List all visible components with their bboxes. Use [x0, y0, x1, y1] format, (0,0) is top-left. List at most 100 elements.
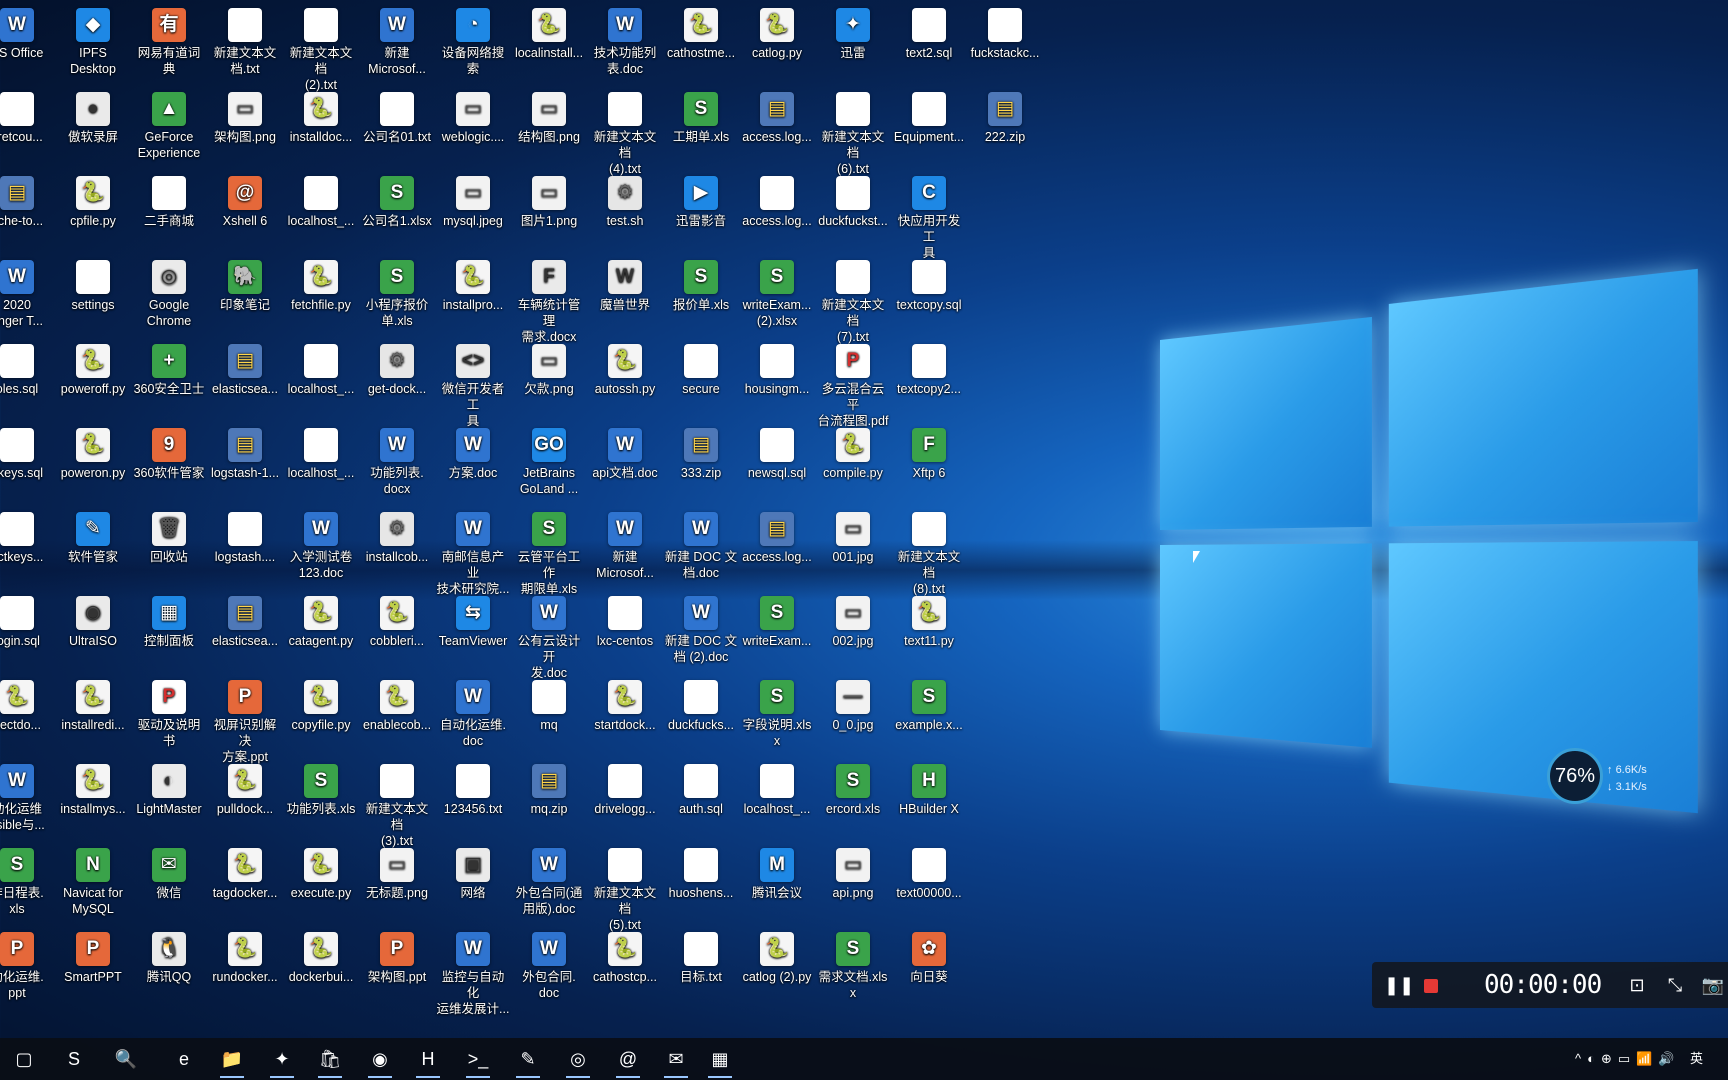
desktop-icon[interactable]: ✦ 迅雷 — [816, 4, 890, 61]
desktop-icon[interactable]: 有网易有道词典 — [132, 4, 206, 77]
desktop-icon[interactable]: textcopy.sql — [892, 256, 966, 313]
network-speed-gauge[interactable]: 76% ↑ 6.6K/s ↓ 3.1K/s — [1545, 748, 1663, 808]
game-icon[interactable]: ▦ — [702, 1042, 738, 1078]
desktop-icon[interactable]: 🐍 text11.py — [892, 592, 966, 649]
desktop-icon[interactable]: W 新建 Microsof... — [588, 508, 662, 581]
desktop-icon[interactable]: ▭ 架构图.png — [208, 88, 282, 145]
desktop-icon[interactable]: P 驱动及说明书 — [132, 676, 206, 749]
desktop-icon[interactable]: S 报价单.xls — [664, 256, 738, 313]
desktop-icon[interactable]: 🐍 catlog (2).py — [740, 928, 814, 985]
desktop-icon[interactable]: ▭ api.png — [816, 844, 890, 901]
desktop-icon[interactable]: 新建文本文档 (2).txt — [284, 4, 358, 93]
desktop-icon[interactable]: Equipment... — [892, 88, 966, 145]
edge-icon[interactable]: e — [166, 1042, 202, 1076]
desktop-icon[interactable]: W 南邮信息产业 技术研究院... — [436, 508, 510, 597]
desktop-icon[interactable]: W 新建 Microsof... — [360, 4, 434, 77]
desktop-icon[interactable]: localhost_... — [284, 172, 358, 229]
desktop-icon[interactable]: P 动化运维. ppt — [0, 928, 54, 1001]
desktop-icon[interactable]: 🐍 rundocker... — [208, 928, 282, 985]
desktop-icon[interactable]: P SmartPPT — [56, 928, 130, 985]
desktop-icon[interactable]: duckfucks... — [664, 676, 738, 733]
desktop-icon[interactable]: ◔ 设备网络搜索 — [436, 4, 510, 77]
desktop-icon[interactable]: ectkeys... — [0, 508, 54, 565]
desktop-icon[interactable]: 新建文本文 档.txt — [208, 4, 282, 77]
task-view-icon[interactable]: ▢ — [6, 1042, 42, 1076]
desktop-icon[interactable]: S 需求文档.xlsx — [816, 928, 890, 1001]
desktop-icon[interactable]: newsql.sql — [740, 424, 814, 481]
desktop-icon[interactable]: ▤ 222.zip — [968, 88, 1042, 145]
desktop-icon[interactable]: ⚙ test.sh — [588, 172, 662, 229]
desktop-icon[interactable]: ▭ 002.jpg — [816, 592, 890, 649]
desktop-icon[interactable]: F Xftp 6 — [892, 424, 966, 481]
desktop-icon[interactable]: ◐ LightMaster — [132, 760, 206, 817]
desktop-icon[interactable]: 🐍 dockerbui... — [284, 928, 358, 985]
desktop-icon[interactable]: 🐍 startdock... — [588, 676, 662, 733]
desktop-icon[interactable]: 新建文本文档 (4).txt — [588, 88, 662, 177]
desktop-icon[interactable]: settings — [56, 256, 130, 313]
desktop-icon[interactable]: Sercord.xls — [816, 760, 890, 817]
desktop-icon[interactable]: ▭ 结构图.png — [512, 88, 586, 145]
desktop-icon[interactable]: 🐍 cobbleri... — [360, 592, 434, 649]
desktop-icon[interactable]: W PS Office — [0, 4, 54, 61]
pause-icon[interactable]: ❚❚ — [1384, 970, 1414, 1000]
desktop-icon[interactable]: mq — [512, 676, 586, 733]
desktop-icon[interactable]: S 公司名1.xlsx — [360, 172, 434, 229]
thunder-icon[interactable]: ✦ — [264, 1042, 300, 1078]
desktop-icon[interactable]: ▭ 图片1.png — [512, 172, 586, 229]
desktop-icon[interactable]: 🐘 印象笔记 — [208, 256, 282, 313]
search-icon[interactable]: 🔍 — [108, 1042, 144, 1076]
stop-button[interactable] — [1416, 970, 1446, 1000]
desktop-icon[interactable]: 🐍 catagent.py — [284, 592, 358, 649]
desktop-icon[interactable]: 新建文本文档 (5).txt — [588, 844, 662, 933]
desktop-icon[interactable]: 新建文本文档 (7).txt — [816, 256, 890, 345]
desktop-icon[interactable]: 🗑 回收站 — [132, 508, 206, 565]
desktop-icon[interactable]: 🐍 autossh.py — [588, 340, 662, 397]
desktop-icon[interactable]: W 入学测试卷 123.doc — [284, 508, 358, 581]
desktop-icon[interactable]: W 动化运维 nsible与... — [0, 760, 54, 833]
desktop-icon[interactable]: 公司名01.txt — [360, 88, 434, 145]
desktop-icon[interactable]: ✿ 向日葵 — [892, 928, 966, 985]
desktop-icon[interactable]: 🐍 cathostme... — [664, 4, 738, 61]
wechat-icon[interactable]: ✉ — [658, 1042, 694, 1078]
desktop-icon[interactable]: lxc-centos — [588, 592, 662, 649]
desktop-icon[interactable]: 🐍 cathostcp... — [588, 928, 662, 985]
desktop-icon[interactable]: W 公有云设计开 发.doc — [512, 592, 586, 681]
desktop-icon[interactable]: 新建文本文档 (6).txt — [816, 88, 890, 177]
desktop-icon[interactable]: 123456.txt — [436, 760, 510, 817]
desktop-icon[interactable]: 🐍 catlog.py — [740, 4, 814, 61]
desktop-icon[interactable]: ▤ logstash-1... — [208, 424, 282, 481]
terminal-icon[interactable]: >_ — [460, 1042, 496, 1078]
desktop-icon[interactable]: S 作日程表. xls — [0, 844, 54, 917]
xshell-icon[interactable]: @ — [610, 1042, 646, 1078]
cortana-icon[interactable]: S — [56, 1042, 92, 1076]
desktop-icon[interactable]: S 功能列表.xls — [284, 760, 358, 817]
desktop-icon[interactable]: login.sql — [0, 592, 54, 649]
desktop-icon[interactable]: @ Xshell 6 — [208, 172, 282, 229]
desktop-icon[interactable]: 🐍 pulldock... — [208, 760, 282, 817]
desktop-icon[interactable]: 新建文本文档 (3).txt — [360, 760, 434, 849]
desktop-icon[interactable]: S 字段说明.xlsx — [740, 676, 814, 749]
language-indicator[interactable]: 英 — [1690, 1038, 1710, 1080]
desktop-icon[interactable]: localhost_... — [284, 340, 358, 397]
desktop-icon[interactable]: 🐍 execute.py — [284, 844, 358, 901]
desktop-icon[interactable]: H HBuilder X — [892, 760, 966, 817]
desktop-icon[interactable]: 🐍 poweron.py — [56, 424, 130, 481]
desktop-icon[interactable]: C 快应用开发工 具 — [892, 172, 966, 261]
chrome-icon[interactable]: ◎ — [560, 1042, 596, 1078]
desktop-icon[interactable]: ▭ 欠款.png — [512, 340, 586, 397]
desktop-icon[interactable]: ◆ IPFS Desktop — [56, 4, 130, 77]
desktop-icon[interactable]: ▶ 迅雷影音 — [664, 172, 738, 229]
desktop-icon[interactable]: ⚙ installcob... — [360, 508, 434, 565]
desktop-icon[interactable]: ▭ weblogic.... — [436, 88, 510, 145]
file-explorer-icon[interactable]: 📁 — [214, 1042, 250, 1078]
desktop-icon[interactable]: W 新建 DOC 文 档.doc — [664, 508, 738, 581]
store-icon[interactable]: 🛍 — [312, 1042, 348, 1078]
desktop-icon[interactable]: 🐍 installdoc... — [284, 88, 358, 145]
desktop-icon[interactable]: cretcou... — [0, 88, 54, 145]
desktop-icon[interactable]: ▣ 网络 — [436, 844, 510, 901]
desktop-icon[interactable]: ● 傲软录屏 — [56, 88, 130, 145]
desktop-icon[interactable]: W 监控与自动化 运维发展计... — [436, 928, 510, 1017]
desktop-icon[interactable]: ▭ 无标题.png — [360, 844, 434, 901]
desktop-icon[interactable]: access.log... — [740, 172, 814, 229]
desktop-icon[interactable]: F 车辆统计管理 需求.docx — [512, 256, 586, 345]
